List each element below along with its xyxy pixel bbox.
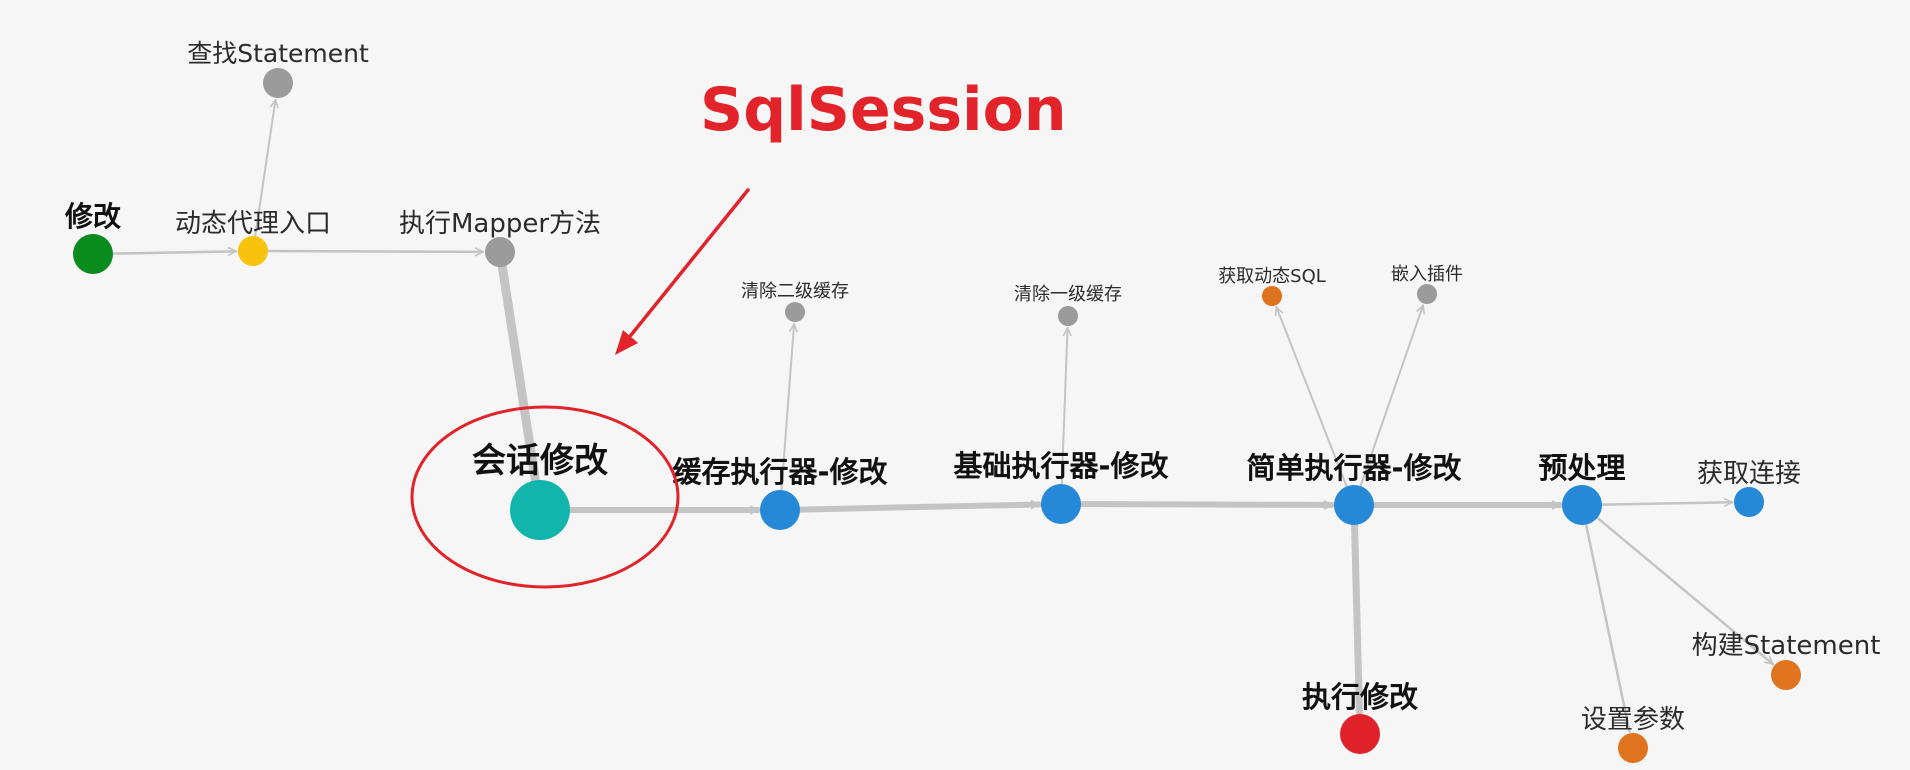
node-get-conn[interactable] xyxy=(1734,487,1764,517)
edge-preprocess-to-set-params xyxy=(1584,523,1631,733)
node-dyn-sql[interactable] xyxy=(1262,286,1282,306)
node-label-exec-mapper: 执行Mapper方法 xyxy=(399,209,601,239)
node-label-proxy-entry: 动态代理入口 xyxy=(175,209,331,239)
edge-proxy-entry-to-exec-mapper xyxy=(266,251,485,252)
edge-modify-to-proxy-entry xyxy=(111,251,238,253)
node-label-plugin: 嵌入插件 xyxy=(1391,264,1463,285)
node-set-params[interactable] xyxy=(1618,733,1648,763)
node-label-get-conn: 获取连接 xyxy=(1697,459,1801,489)
node-label-preprocess: 预处理 xyxy=(1538,451,1625,485)
node-cache-exec[interactable] xyxy=(760,490,800,530)
node-label-cache-exec: 缓存执行器-修改 xyxy=(672,455,887,489)
node-session-modify[interactable] xyxy=(510,480,570,540)
node-exec-modify[interactable] xyxy=(1340,714,1380,754)
call-graph-diagram: 修改 动态代理入口 查找Statement 执行Mapper方法会话修改 缓存执行器-修… xyxy=(0,0,1910,770)
node-label-set-params: 设置参数 xyxy=(1581,705,1685,735)
node-label-base-exec: 基础执行器-修改 xyxy=(953,449,1168,483)
node-label-build-statement: 构建Statement xyxy=(1692,631,1881,661)
node-label-clear-l1: 清除一级缓存 xyxy=(1014,284,1122,305)
node-preprocess[interactable] xyxy=(1562,485,1602,525)
node-base-exec[interactable] xyxy=(1041,484,1081,524)
node-simple-exec[interactable] xyxy=(1334,485,1374,525)
annotation-title: SqlSession xyxy=(700,75,1067,145)
annotation-arrow-shaft xyxy=(621,188,750,347)
node-exec-mapper[interactable] xyxy=(485,237,515,267)
node-clear-l2[interactable] xyxy=(785,302,805,322)
node-modify[interactable] xyxy=(73,234,113,274)
node-label-clear-l2: 清除二级缓存 xyxy=(741,281,849,302)
node-label-modify: 修改 xyxy=(64,200,121,233)
annotation-arrow-head xyxy=(615,330,638,355)
node-label-find-statement: 查找Statement xyxy=(187,39,369,68)
edge-preprocess-to-get-conn xyxy=(1600,502,1734,504)
node-label-simple-exec: 简单执行器-修改 xyxy=(1246,451,1461,485)
node-plugin[interactable] xyxy=(1417,284,1437,304)
node-build-statement[interactable] xyxy=(1771,660,1801,690)
node-label-exec-modify: 执行修改 xyxy=(1302,680,1418,714)
node-clear-l1[interactable] xyxy=(1058,306,1078,326)
graph-canvas: 修改 动态代理入口 查找Statement 执行Mapper方法会话修改 缓存执行器-修… xyxy=(64,39,1881,763)
edge-layer xyxy=(111,100,1773,733)
node-label-dyn-sql: 获取动态SQL xyxy=(1218,266,1326,287)
edge-base-exec-to-simple-exec xyxy=(1077,504,1336,505)
node-proxy-entry[interactable] xyxy=(238,236,268,266)
edge-cache-exec-to-base-exec xyxy=(796,504,1043,513)
node-layer xyxy=(73,68,1801,763)
node-label-session-modify: 会话修改 xyxy=(472,441,608,481)
node-find-statement[interactable] xyxy=(263,68,293,98)
